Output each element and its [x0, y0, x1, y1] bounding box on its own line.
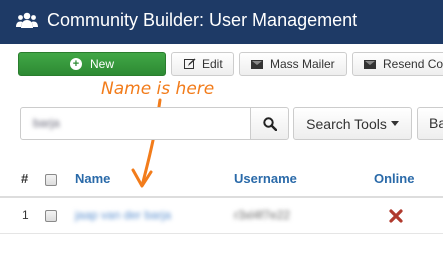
clear-button[interactable]: Ba	[417, 107, 443, 140]
row-number: 1	[22, 208, 29, 222]
column-header-name[interactable]: Name	[75, 171, 110, 186]
caret-down-icon	[390, 121, 399, 126]
search-tools-button[interactable]: Search Tools	[293, 107, 412, 140]
edit-icon	[184, 58, 196, 69]
clear-button-label: Ba	[429, 115, 443, 131]
resend-confirmation-button[interactable]: Resend Co	[352, 52, 443, 76]
annotation-label: Name is here	[101, 79, 215, 99]
toolbar: + New Edit Mass Mailer Resend Co	[0, 44, 443, 86]
table-header: # Name Username Online	[0, 160, 443, 198]
search-button[interactable]	[250, 107, 289, 140]
column-header-username[interactable]: Username	[234, 171, 297, 186]
page-title: Community Builder: User Management	[47, 10, 358, 30]
column-header-number: #	[21, 171, 29, 186]
table-row: 1 jaap van der barja r3xl4f7e22	[0, 198, 443, 234]
users-icon	[16, 12, 38, 28]
search-row: barja Search Tools Ba	[0, 100, 443, 144]
offline-x-icon[interactable]	[389, 209, 403, 223]
search-tools-label: Search Tools	[306, 115, 387, 132]
mass-mailer-label: Mass Mailer	[270, 57, 335, 71]
user-username: r3xl4f7e22	[234, 208, 291, 222]
row-checkbox[interactable]	[45, 210, 57, 222]
edit-button[interactable]: Edit	[171, 52, 234, 76]
mass-mailer-button[interactable]: Mass Mailer	[239, 52, 347, 76]
new-button-label: New	[89, 57, 114, 71]
select-all-checkbox[interactable]	[45, 174, 57, 186]
search-value: barja	[33, 116, 60, 130]
envelope-icon	[251, 59, 263, 69]
plus-circle-icon: +	[69, 58, 82, 70]
search-input[interactable]: barja	[20, 107, 251, 140]
user-name-link[interactable]: jaap van der barja	[75, 208, 171, 222]
resend-label: Resend Co	[383, 57, 443, 71]
envelope-icon	[364, 59, 376, 69]
app-header: Community Builder: User Management	[0, 0, 443, 44]
column-header-online[interactable]: Online	[374, 171, 414, 186]
edit-button-label: Edit	[202, 57, 223, 71]
search-icon	[262, 116, 277, 131]
new-button[interactable]: + New	[18, 52, 166, 76]
